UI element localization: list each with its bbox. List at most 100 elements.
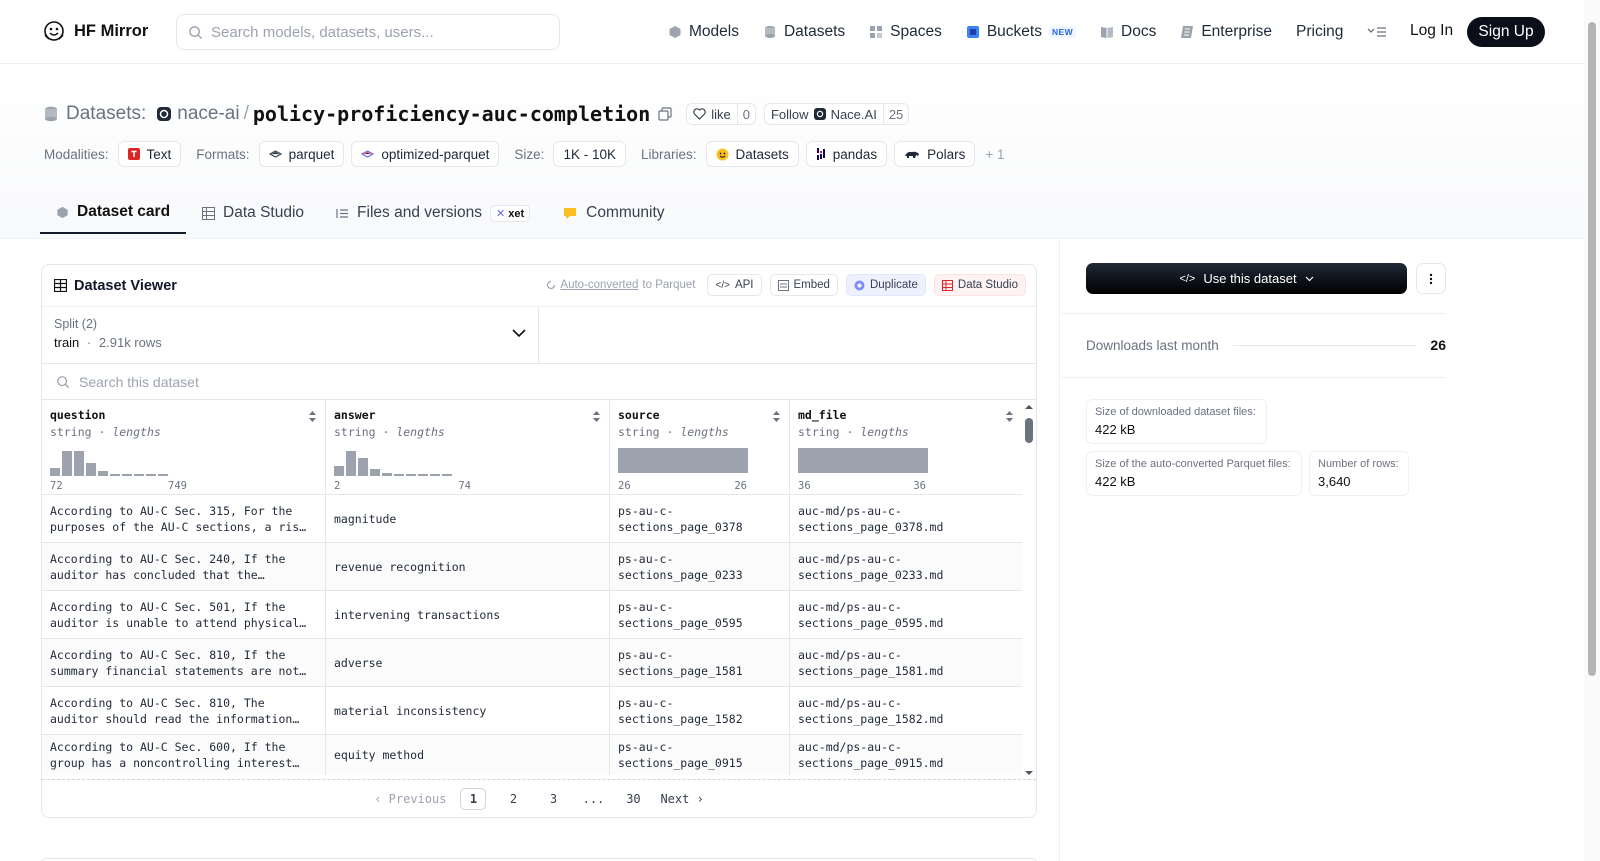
table-row[interactable]: According to AU-C Sec. 810, If the summa…	[42, 639, 1022, 687]
cell-source[interactable]: ps-au-c-sections_page_0915	[610, 735, 790, 775]
cell-answer[interactable]: equity method	[326, 735, 610, 775]
page-30-button[interactable]: 30	[620, 788, 646, 810]
cell-source[interactable]: ps-au-c-sections_page_0595	[610, 591, 790, 638]
cell-md-file[interactable]: auc-md/ps-au-c-sections_page_0233.md	[790, 543, 1022, 590]
tab-dataset-card[interactable]: Dataset card	[40, 192, 187, 234]
library-tag-polars[interactable]: Polars	[894, 141, 976, 167]
use-this-dataset-button[interactable]: </> Use this dataset	[1086, 263, 1407, 294]
split-selector[interactable]: Split (2) train · 2.91k rows	[42, 307, 539, 363]
libraries-more[interactable]: + 1	[985, 147, 1004, 162]
brand-logo[interactable]: HF Mirror	[42, 19, 148, 43]
scroll-down-icon[interactable]	[1022, 768, 1036, 778]
cell-source[interactable]: ps-au-c-sections_page_1581	[610, 639, 790, 686]
auto-converted-link[interactable]: Auto-converted	[560, 279, 638, 291]
dataset-search-input[interactable]: Search this dataset	[42, 364, 1036, 400]
dataset-name[interactable]: policy-proficiency-auc-completion	[253, 102, 650, 126]
histogram-bar	[358, 458, 368, 476]
nav-buckets[interactable]: Buckets NEW	[966, 23, 1077, 41]
cell-source[interactable]: ps-au-c-sections_page_0233	[610, 543, 790, 590]
stat-label: Number of rows:	[1318, 458, 1399, 470]
login-link[interactable]: Log In	[1410, 22, 1453, 40]
cell-question[interactable]: According to AU-C Sec. 810, If the summa…	[42, 639, 326, 686]
library-tag-datasets[interactable]: Datasets	[705, 141, 799, 167]
tab-community[interactable]: Community	[546, 192, 680, 234]
cell-question[interactable]: According to AU-C Sec. 240, If the audit…	[42, 543, 326, 590]
cell-answer[interactable]: revenue recognition	[326, 543, 610, 590]
cell-question[interactable]: According to AU-C Sec. 501, If the audit…	[42, 591, 326, 638]
cell-source[interactable]: ps-au-c-sections_page_1582	[610, 687, 790, 734]
table-row[interactable]: According to AU-C Sec. 501, If the audit…	[42, 591, 1022, 639]
nav-docs[interactable]: Docs	[1100, 23, 1156, 41]
api-button[interactable]: </> API	[707, 274, 762, 296]
table-row[interactable]: According to AU-C Sec. 240, If the audit…	[42, 543, 1022, 591]
copy-icon[interactable]	[658, 107, 672, 121]
sort-icon[interactable]	[1005, 410, 1014, 423]
cell-question[interactable]: According to AU-C Sec. 315, For the purp…	[42, 495, 326, 542]
cell-md-file[interactable]: auc-md/ps-au-c-sections_page_0595.md	[790, 591, 1022, 638]
nav-datasets[interactable]: Datasets	[763, 23, 845, 41]
table-row[interactable]: According to AU-C Sec. 810, The auditor …	[42, 687, 1022, 735]
cell-answer[interactable]: material inconsistency	[326, 687, 610, 734]
column-header-answer[interactable]: answer string · lengths 2 74	[326, 400, 610, 494]
sort-icon[interactable]	[592, 410, 601, 423]
page-scrollbar-thumb[interactable]	[1588, 22, 1596, 676]
cell-answer[interactable]: adverse	[326, 639, 610, 686]
histogram-bar	[430, 474, 440, 476]
tab-files-and-versions[interactable]: Files and versions ✕ xet	[320, 192, 546, 234]
page-2-button[interactable]: 2	[500, 788, 526, 810]
modality-tag-text[interactable]: Text	[117, 141, 182, 167]
column-header-md-file[interactable]: md_file string · lengths 36 36	[790, 400, 1022, 494]
scrollbar-thumb[interactable]	[1025, 418, 1033, 443]
like-button[interactable]: like 0	[686, 103, 756, 125]
parquet-icon	[268, 150, 282, 158]
embed-button[interactable]: Embed	[769, 274, 838, 296]
cell-question[interactable]: According to AU-C Sec. 600, If the group…	[42, 735, 326, 775]
signup-button[interactable]: Sign Up	[1467, 17, 1545, 47]
cell-answer[interactable]: magnitude	[326, 495, 610, 542]
cell-md-file[interactable]: auc-md/ps-au-c-sections_page_1582.md	[790, 687, 1022, 734]
follow-button[interactable]: Follow Nace.AI 25	[763, 103, 910, 125]
size-tag[interactable]: 1K - 10K	[553, 141, 626, 167]
data-studio-button[interactable]: Data Studio	[933, 274, 1026, 296]
library-tag-pandas[interactable]: pandas	[805, 141, 888, 167]
cell-question[interactable]: According to AU-C Sec. 810, The auditor …	[42, 687, 326, 734]
previous-page-button[interactable]: ‹ Previous	[374, 792, 446, 806]
table-row[interactable]: According to AU-C Sec. 315, For the purp…	[42, 495, 1022, 543]
nav-enterprise[interactable]: Enterprise	[1180, 23, 1272, 41]
embed-icon	[777, 279, 789, 291]
duplicate-button[interactable]: Duplicate	[845, 274, 926, 296]
page-scrollbar[interactable]	[1584, 0, 1600, 861]
column-type: string · lengths	[334, 425, 445, 439]
page-3-button[interactable]: 3	[540, 788, 566, 810]
table-row[interactable]: According to AU-C Sec. 600, If the group…	[42, 735, 1022, 775]
nav-models[interactable]: Models	[668, 23, 739, 41]
column-type: string · lengths	[50, 425, 161, 439]
data-studio-icon	[941, 279, 953, 291]
sort-icon[interactable]	[772, 410, 781, 423]
next-page-button[interactable]: Next ›	[660, 792, 703, 806]
format-tag-parquet[interactable]: parquet	[258, 141, 345, 167]
nav-pricing[interactable]: Pricing	[1296, 23, 1343, 41]
hf-logo-icon	[44, 21, 64, 41]
nav-spaces-label: Spaces	[890, 23, 942, 40]
breadcrumb-org[interactable]: nace-ai	[177, 103, 239, 125]
scroll-up-icon[interactable]	[1022, 402, 1036, 412]
cell-md-file[interactable]: auc-md/ps-au-c-sections_page_0915.md	[790, 735, 1022, 775]
table-scrollbar[interactable]	[1022, 400, 1036, 780]
page-1-button[interactable]: 1	[460, 787, 487, 810]
more-options-button[interactable]	[1416, 263, 1446, 294]
nav-more-menu[interactable]	[1367, 25, 1387, 39]
column-header-question[interactable]: question string · lengths 72 749	[42, 400, 326, 494]
nav-docs-label: Docs	[1121, 23, 1157, 40]
format-tag-optimized-parquet[interactable]: optimized-parquet	[351, 141, 500, 167]
nav-spaces[interactable]: Spaces	[869, 23, 942, 41]
column-header-source[interactable]: source string · lengths 26 26	[610, 400, 790, 494]
sort-icon[interactable]	[308, 410, 317, 423]
tab-data-studio[interactable]: Data Studio	[186, 192, 320, 234]
cell-answer[interactable]: intervening transactions	[326, 591, 610, 638]
cell-md-file[interactable]: auc-md/ps-au-c-sections_page_1581.md	[790, 639, 1022, 686]
global-search-input[interactable]: Search models, datasets, users...	[176, 14, 560, 50]
cell-md-file[interactable]: auc-md/ps-au-c-sections_page_0378.md	[790, 495, 1022, 542]
cell-source[interactable]: ps-au-c-sections_page_0378	[610, 495, 790, 542]
length-histogram-bar	[618, 448, 748, 473]
